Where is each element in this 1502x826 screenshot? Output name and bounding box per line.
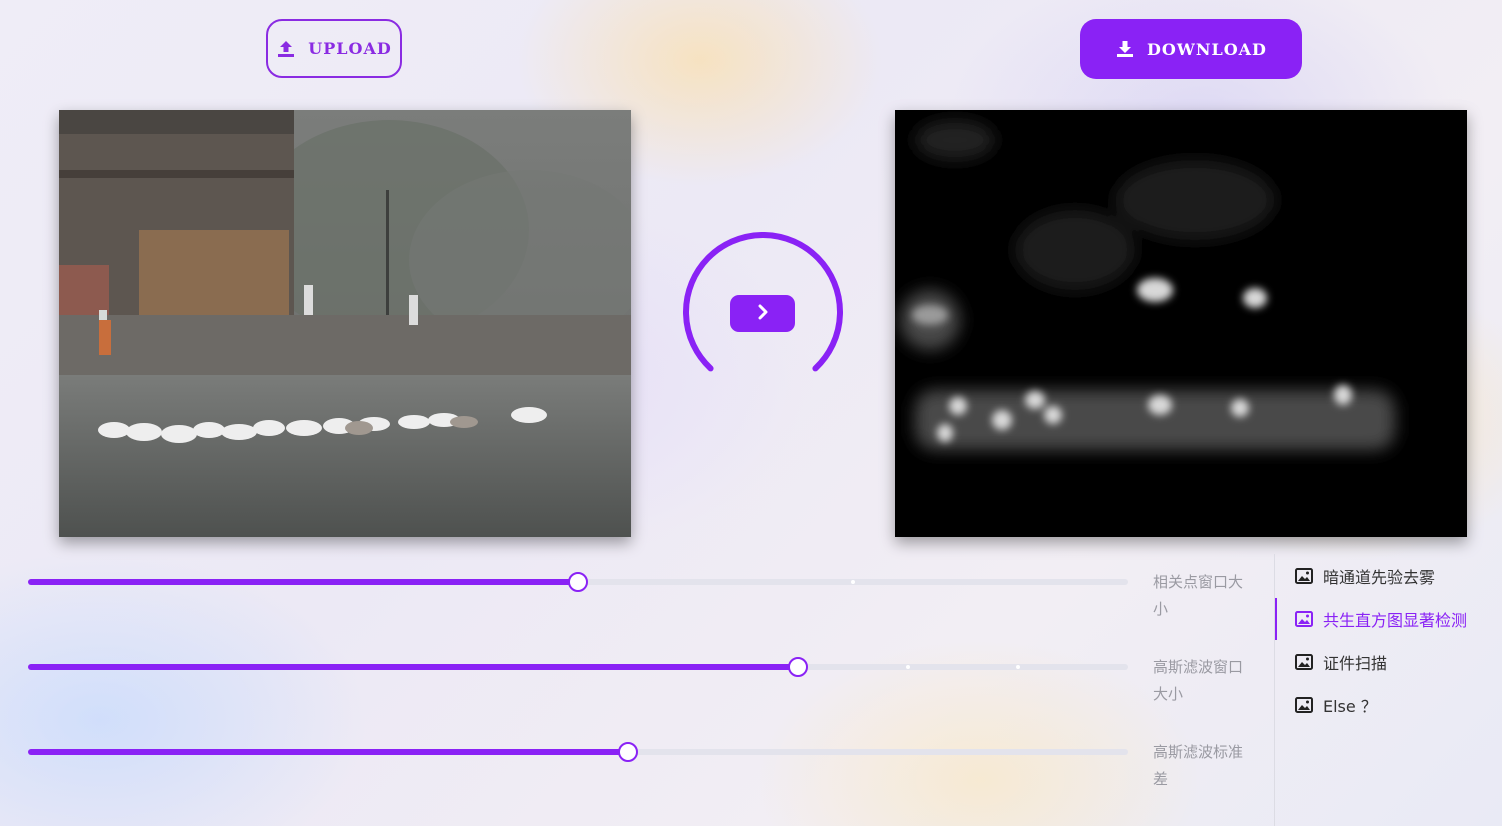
slider-tick bbox=[851, 580, 855, 584]
process-button[interactable] bbox=[730, 295, 795, 332]
slider-thumb[interactable] bbox=[617, 742, 638, 762]
menu-item-document-scan[interactable]: 证件扫描 bbox=[1275, 641, 1502, 683]
download-icon bbox=[1115, 39, 1135, 59]
image-icon bbox=[1295, 611, 1313, 627]
image-icon bbox=[1295, 654, 1313, 670]
slider-label-window-size: 相关点窗口大小 bbox=[1153, 573, 1244, 618]
slider-label-gaussian-window-size: 高斯滤波窗口大小 bbox=[1153, 658, 1244, 703]
output-image bbox=[895, 110, 1467, 537]
upload-label: UPLOAD bbox=[308, 39, 392, 58]
slider-window-size[interactable] bbox=[28, 567, 1128, 597]
chevron-right-icon bbox=[753, 302, 773, 325]
input-image bbox=[59, 110, 631, 537]
menu-item-label: 暗通道先验去雾 bbox=[1323, 568, 1436, 587]
menu-item-label: 共生直方图显著检测 bbox=[1323, 611, 1468, 630]
menu-item-cooccurrence-saliency[interactable]: 共生直方图显著检测 bbox=[1275, 598, 1502, 640]
slider-fill bbox=[28, 579, 578, 585]
slider-tick bbox=[1016, 665, 1020, 669]
slider-fill bbox=[28, 749, 628, 755]
slider-tick bbox=[906, 665, 910, 669]
slider-label-gaussian-sigma: 高斯滤波标准差 bbox=[1153, 743, 1244, 788]
slider-fill bbox=[28, 664, 798, 670]
slider-gaussian-window-size[interactable] bbox=[28, 652, 1128, 682]
process-control bbox=[680, 232, 844, 396]
menu-item-else[interactable]: Else ？ bbox=[1275, 684, 1502, 726]
image-icon bbox=[1295, 568, 1313, 584]
image-icon bbox=[1295, 697, 1313, 713]
slider-thumb[interactable] bbox=[788, 657, 808, 677]
slider-gaussian-sigma[interactable] bbox=[28, 737, 1128, 767]
upload-button[interactable]: UPLOAD bbox=[266, 19, 402, 78]
download-label: DOWNLOAD bbox=[1147, 39, 1267, 59]
menu-item-label: Else ？ bbox=[1323, 697, 1377, 716]
download-button[interactable]: DOWNLOAD bbox=[1080, 19, 1302, 79]
menu-item-label: 证件扫描 bbox=[1323, 654, 1388, 673]
menu-item-dark-channel-dehaze[interactable]: 暗通道先验去雾 bbox=[1275, 555, 1502, 597]
slider-thumb[interactable] bbox=[568, 572, 588, 592]
upload-icon bbox=[276, 39, 296, 59]
